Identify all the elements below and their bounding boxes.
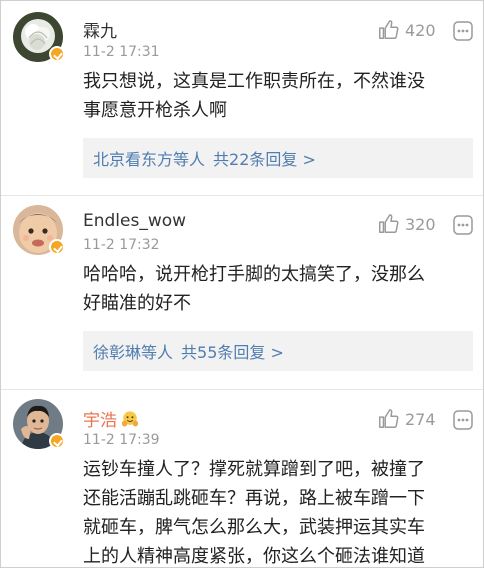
comment-text: 我只想说，这真是工作职责所在，不然谁没 事愿意开枪杀人啊 bbox=[83, 67, 473, 125]
comment-time: 11-2 17:32 bbox=[83, 237, 160, 253]
like-button[interactable]: 320 bbox=[377, 213, 436, 235]
more-options-button[interactable] bbox=[453, 215, 473, 239]
replies-count: 共55条回复 > bbox=[181, 343, 284, 362]
divider bbox=[1, 389, 483, 390]
divider bbox=[1, 195, 483, 196]
comment-username[interactable]: 霖九 bbox=[83, 17, 117, 42]
comment-text-line: 还能活蹦乱跳砸车？再说，路上被车蹭一下 bbox=[83, 488, 425, 509]
replies-count: 共22条回复 > bbox=[213, 150, 316, 169]
more-icon bbox=[453, 410, 473, 430]
username-text: 宇浩 bbox=[83, 411, 117, 431]
thumbs-up-icon bbox=[379, 409, 399, 428]
replies-preview-button[interactable]: 北京看东方等人 共22条回复 > bbox=[83, 138, 473, 178]
more-options-button[interactable] bbox=[453, 410, 473, 434]
thumbs-up-icon bbox=[379, 214, 399, 233]
like-button[interactable]: 274 bbox=[377, 408, 436, 430]
replies-names: 徐彰琳等人 bbox=[93, 343, 174, 362]
like-button[interactable]: 420 bbox=[377, 19, 436, 41]
comment-time: 11-2 17:39 bbox=[83, 432, 160, 448]
comment-list: 霖九 11-2 17:31 420 我只想说，这真是工作职责所在，不然谁没 事愿… bbox=[0, 0, 484, 568]
verified-badge-icon bbox=[49, 239, 65, 255]
more-icon bbox=[453, 21, 473, 41]
face-with-hands-icon bbox=[121, 411, 139, 427]
comment-text-line: 哈哈哈，说开枪打手脚的太搞笑了，没那么 bbox=[83, 264, 425, 285]
comment-text-line: 运钞车撞人了？撑死就算蹭到了吧，被撞了 bbox=[83, 459, 425, 480]
comment-username[interactable]: 宇浩 bbox=[83, 406, 139, 431]
comment-username[interactable]: Endles_wow bbox=[83, 211, 186, 231]
more-options-button[interactable] bbox=[453, 21, 473, 45]
replies-preview-button[interactable]: 徐彰琳等人 共55条回复 > bbox=[83, 331, 473, 371]
thumbs-up-icon bbox=[379, 20, 399, 39]
like-count: 274 bbox=[405, 409, 436, 429]
comment-time: 11-2 17:31 bbox=[83, 44, 160, 60]
replies-names: 北京看东方等人 bbox=[93, 150, 206, 169]
like-count: 320 bbox=[405, 214, 436, 234]
comment-text-line: 事愿意开枪杀人啊 bbox=[83, 100, 227, 121]
verified-badge-icon bbox=[49, 46, 65, 62]
more-icon bbox=[453, 215, 473, 235]
comment-text: 运钞车撞人了？撑死就算蹭到了吧，被撞了 还能活蹦乱跳砸车？再说，路上被车蹭一下 … bbox=[83, 455, 473, 567]
verified-badge-icon bbox=[49, 433, 65, 449]
comment-text-line: 好瞄准的好不 bbox=[83, 293, 191, 314]
comment-text-line: 上的人精神高度紧张，你这么个砸法谁知道 bbox=[83, 546, 425, 567]
comment-text: 哈哈哈，说开枪打手脚的太搞笑了，没那么 好瞄准的好不 bbox=[83, 260, 473, 318]
comment-text-line: 就砸车，脾气怎么那么大，武装押运其实车 bbox=[83, 517, 425, 538]
like-count: 420 bbox=[405, 20, 436, 40]
comment-text-line: 我只想说，这真是工作职责所在，不然谁没 bbox=[83, 71, 425, 92]
